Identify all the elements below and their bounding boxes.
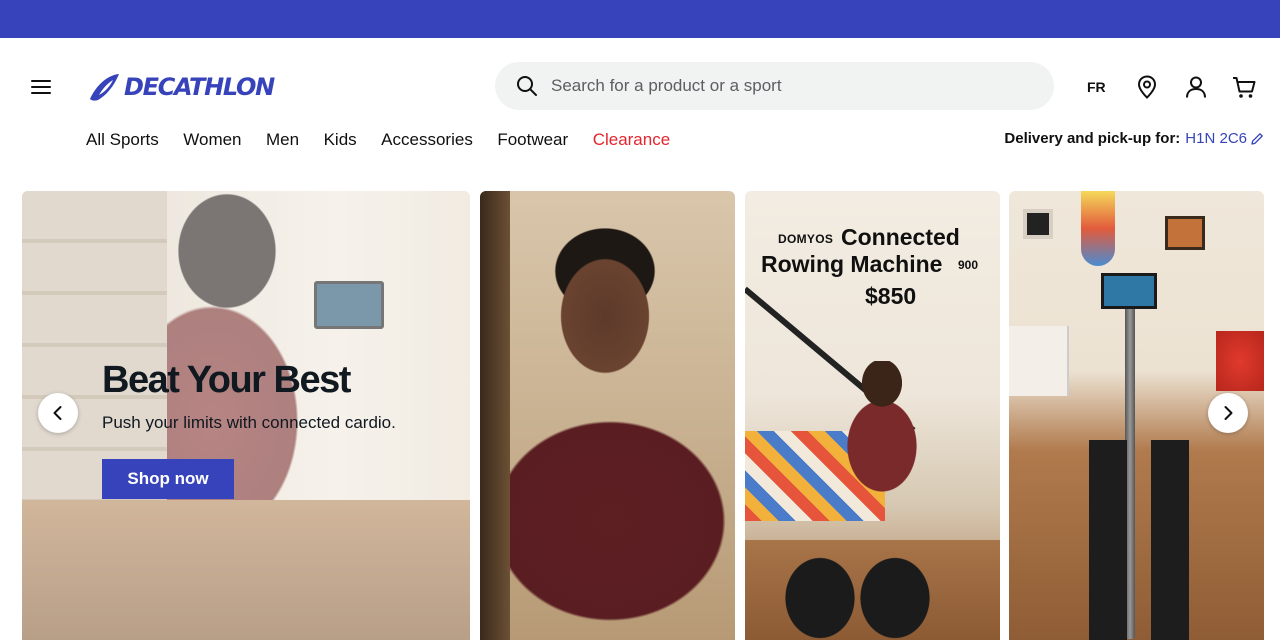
rowing-machine-promo[interactable]: DOMYOS Connected Rowing Machine 900 $850 xyxy=(745,191,1000,640)
red-bag xyxy=(1216,331,1264,391)
site-header: DECATHLON Search for a product or a spor… xyxy=(0,38,1280,134)
wall-skateboard xyxy=(1081,191,1115,266)
nav-footwear[interactable]: Footwear xyxy=(497,130,568,150)
menu-icon[interactable] xyxy=(30,78,54,96)
language-switch[interactable]: FR xyxy=(1087,79,1106,95)
hero-subtitle: Push your limits with connected cardio. xyxy=(102,413,396,432)
search-placeholder: Search for a product or a sport xyxy=(551,76,782,95)
carousel-next-button[interactable] xyxy=(1208,393,1248,433)
rowing-athlete xyxy=(840,361,925,561)
decathlon-logo-icon xyxy=(90,74,119,101)
wall-frame xyxy=(1023,209,1053,239)
athlete-shoes xyxy=(775,550,935,640)
main-nav: All Sports Women Men Kids Accessories Fo… xyxy=(86,129,695,151)
shop-now-button[interactable]: Shop now xyxy=(102,459,234,499)
promo-price: $850 xyxy=(865,283,917,309)
search-input[interactable]: Search for a product or a sport xyxy=(495,62,1054,110)
chevron-right-icon xyxy=(1224,406,1233,420)
cart-icon[interactable] xyxy=(1231,74,1257,100)
chevron-left-icon xyxy=(53,406,62,420)
nav-men[interactable]: Men xyxy=(266,130,299,150)
athlete-legs xyxy=(1069,440,1209,640)
decathlon-logo[interactable]: DECATHLON xyxy=(86,70,275,104)
nav-kids[interactable]: Kids xyxy=(324,130,357,150)
logo-text: DECATHLON xyxy=(124,73,275,101)
postal-code-link[interactable]: H1N 2C6 xyxy=(1185,130,1247,147)
promo-model: 900 xyxy=(958,258,979,272)
delivery-label: Delivery and pick-up for: xyxy=(1004,130,1181,147)
top-banner xyxy=(0,0,1280,38)
search-icon xyxy=(517,76,537,96)
background-shelf xyxy=(1009,326,1069,396)
hero-banner-slide[interactable]: Beat Your Best Push your limits with con… xyxy=(22,191,470,640)
wall-frame xyxy=(1165,216,1205,250)
hero-carousel: Beat Your Best Push your limits with con… xyxy=(0,191,1280,640)
delivery-location: Delivery and pick-up for: H1N 2C6 xyxy=(1004,130,1265,147)
nav-women[interactable]: Women xyxy=(183,130,241,150)
rower-screen xyxy=(1101,273,1157,309)
lifestyle-photo-smiling-athlete[interactable] xyxy=(480,191,735,640)
nav-accessories[interactable]: Accessories xyxy=(381,130,473,150)
store-location-icon[interactable] xyxy=(1134,74,1160,100)
promo-brand: DOMYOS xyxy=(778,232,834,246)
carousel-prev-button[interactable] xyxy=(38,393,78,433)
nav-clearance[interactable]: Clearance xyxy=(593,130,671,150)
promo-name-line1: Connected xyxy=(841,224,960,250)
promo-name-line2: Rowing Machine xyxy=(761,251,943,277)
background-door xyxy=(480,191,510,640)
edit-pencil-icon[interactable] xyxy=(1249,131,1265,147)
account-icon[interactable] xyxy=(1183,74,1209,100)
hero-title: Beat Your Best xyxy=(102,359,351,401)
nav-all-sports[interactable]: All Sports xyxy=(86,130,159,150)
